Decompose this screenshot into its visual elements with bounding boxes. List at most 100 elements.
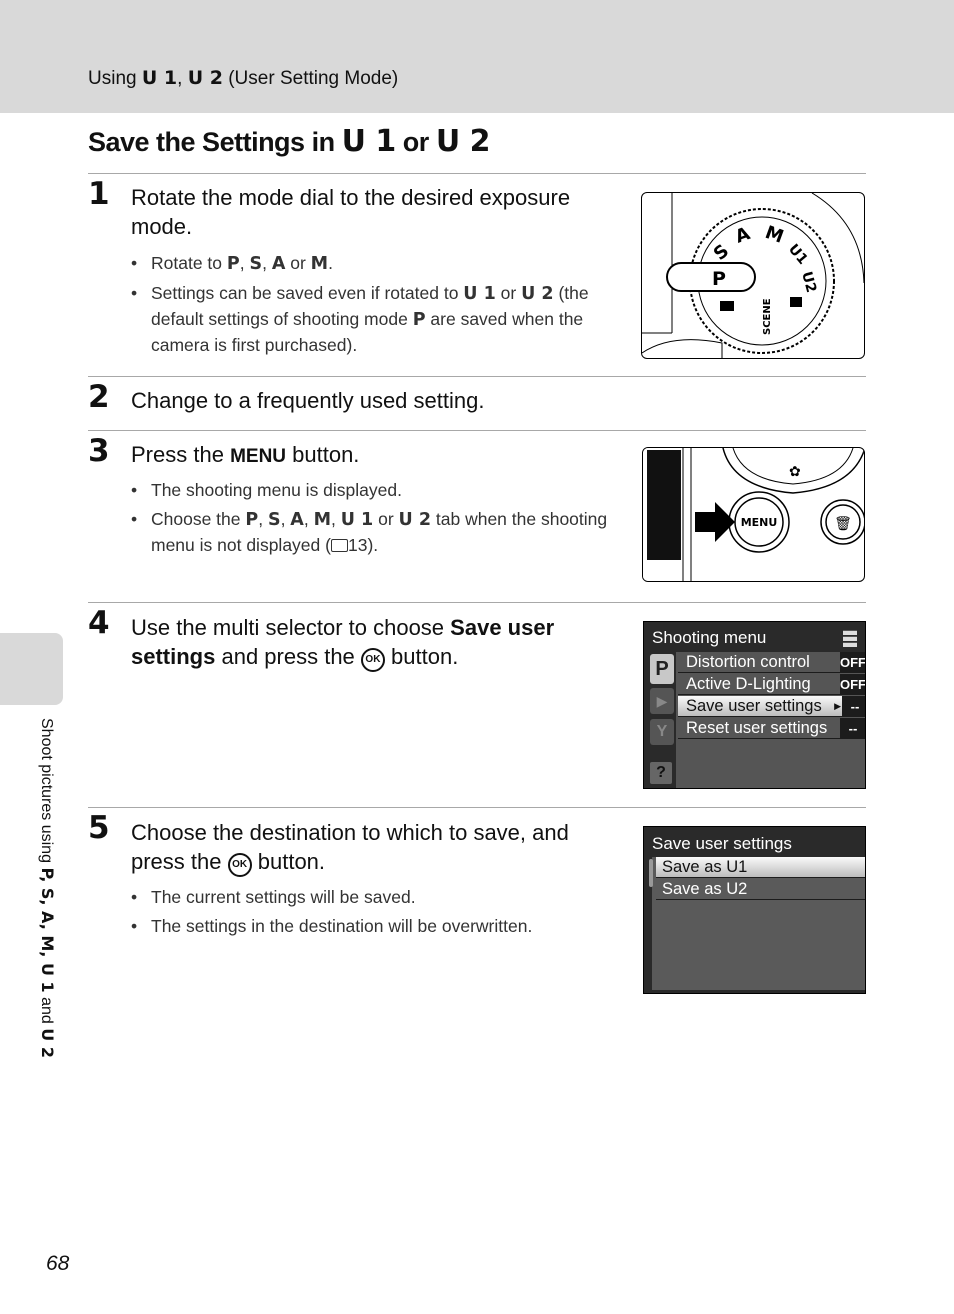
text: Shoot pictures using (38, 718, 55, 863)
divider (88, 602, 866, 603)
menu-item-label: Save user settings (686, 697, 822, 715)
page-number: 68 (46, 1252, 70, 1275)
u1-symbol: U 1 (341, 124, 397, 159)
text: and press the (221, 644, 355, 669)
text: Choose the destination to which to save,… (131, 820, 569, 874)
scroll-indicator (649, 859, 653, 887)
menu-item-value: -- (840, 718, 865, 739)
trash-icon: 🗑 (834, 516, 852, 532)
u2-symbol: U 2 (187, 67, 223, 89)
menu-item-save-as-u1[interactable]: Save as U1 (656, 857, 865, 878)
menu-item-reset-user-settings[interactable]: Reset user settings -- (678, 718, 865, 739)
text: or (500, 283, 517, 303)
mode-symbols: P, S, A, M, U 1 (38, 867, 57, 993)
menu-item-value: -- (842, 696, 865, 717)
s-mode-symbol: S (267, 510, 281, 530)
p-mode-symbol: P (412, 310, 426, 330)
step-heading: Choose the destination to which to save,… (131, 818, 621, 877)
save-user-settings-screen: Save user settings Save as U1 Save as U2 (643, 826, 866, 994)
menu-button-label: MENU (741, 516, 778, 529)
text: Press the (131, 442, 224, 467)
p-mode-symbol: P (245, 510, 259, 530)
tab-shooting[interactable]: P (650, 654, 674, 684)
menu-item-label: Active D-Lighting (686, 675, 811, 693)
text: . (328, 253, 333, 273)
a-mode-symbol: A (290, 510, 304, 530)
menu-item-value: OFF (840, 674, 865, 695)
scroll-indicator-icon: ▬ ▬ ▬ (843, 622, 857, 650)
page-title: Save the Settings in U 1 or U 2 (88, 124, 491, 159)
text: The current settings will be saved. (151, 887, 416, 907)
running-head: Using U 1, U 2 (User Setting Mode) (88, 67, 398, 90)
u2-symbol: U 2 (38, 1028, 57, 1058)
text: button. (292, 442, 360, 467)
u2-symbol: U 2 (435, 124, 491, 159)
svg-text:P: P (712, 268, 726, 290)
step-bullets: • The shooting menu is displayed. • Choos… (131, 478, 611, 562)
divider (88, 173, 866, 174)
menu-item-label: Distortion control (686, 653, 810, 671)
text: Choose the (151, 509, 241, 529)
u1-symbol: U 1 (141, 67, 178, 89)
tab-playback[interactable]: ▶ (650, 688, 674, 714)
menu-item-distortion-control[interactable]: Distortion control OFF (678, 652, 865, 673)
text: The shooting menu is displayed. (151, 480, 402, 500)
step-bullets: • Rotate to P, S, A or M. • Settings can… (131, 251, 611, 362)
help-icon[interactable]: ? (650, 762, 672, 784)
step-number: 2 (88, 379, 110, 415)
u1-symbol: U 1 (463, 284, 496, 304)
ok-button-icon: OK (360, 648, 385, 672)
text: Rotate to (151, 253, 223, 273)
step-heading: Use the multi selector to choose Save us… (131, 613, 611, 672)
u2-symbol: U 2 (521, 284, 554, 304)
chapter-tab (0, 633, 63, 705)
arrow-right-icon: ▶ (834, 701, 841, 711)
text: Settings can be saved even if rotated to (151, 283, 459, 303)
bullet: • The current settings will be saved. (131, 887, 416, 907)
menu-item-label: Reset user settings (686, 719, 828, 737)
menu-title: Save user settings (652, 834, 792, 853)
u2-symbol: U 2 (398, 510, 432, 530)
text: button. (391, 644, 459, 669)
menu-item-active-d-lighting[interactable]: Active D-Lighting OFF (678, 674, 865, 695)
divider (88, 430, 866, 431)
book-reference-icon (330, 539, 348, 552)
text: or (290, 253, 306, 273)
a-mode-symbol: A (271, 254, 286, 274)
tab-setup[interactable]: Y (650, 719, 674, 745)
page-reference[interactable]: 13 (348, 535, 367, 555)
menu-item-value: OFF (840, 652, 865, 673)
text: ). (367, 535, 379, 555)
title-prefix: Save the Settings in (88, 127, 335, 157)
bullet: • Settings can be saved even if rotated … (131, 283, 589, 355)
header-band (0, 0, 954, 113)
title-or: or (402, 127, 430, 157)
running-head-prefix: Using (88, 68, 137, 89)
bullet: • Choose the P, S, A, M, U 1 or U 2 tab … (131, 509, 608, 555)
text: The settings in the destination will be … (151, 916, 533, 936)
step-number: 4 (88, 605, 110, 641)
menu-item-save-user-settings[interactable]: Save user settings ▶ (678, 696, 842, 717)
u1-symbol: U 1 (340, 510, 374, 530)
menu-button-illustration: ✿ MENU 🗑 (642, 447, 865, 582)
step-number: 5 (88, 810, 110, 846)
menu-button-symbol: MENU (230, 446, 287, 467)
bullet: • Rotate to P, S, A or M. (131, 253, 333, 274)
text: Use the multi selector to choose (131, 615, 445, 640)
menu-item-save-as-u2[interactable]: Save as U2 (656, 879, 865, 900)
step-heading: Rotate the mode dial to the desired expo… (131, 185, 571, 239)
svg-text:SCENE: SCENE (762, 298, 773, 335)
bullet: • The shooting menu is displayed. (131, 480, 402, 500)
m-mode-symbol: M (313, 510, 331, 530)
shooting-menu-screen: Shooting menu ▬ ▬ ▬ P ▶ Y ? Distortion con… (643, 621, 866, 789)
text: button. (257, 849, 326, 874)
divider (88, 807, 866, 808)
chapter-label: Shoot pictures using P, S, A, M, U 1 and… (37, 718, 57, 1058)
m-mode-symbol: M (310, 254, 329, 274)
step-number: 1 (88, 176, 110, 212)
separator: , (177, 68, 183, 89)
text: and (38, 997, 55, 1024)
menu-title: Shooting menu (652, 628, 767, 647)
bullet: • The settings in the destination will be… (131, 916, 533, 936)
text: or (378, 509, 394, 529)
